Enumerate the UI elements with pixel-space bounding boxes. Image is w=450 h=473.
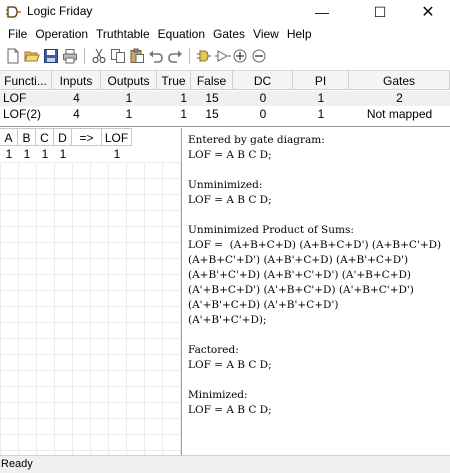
summary-header-false[interactable]: False bbox=[191, 70, 233, 90]
equation-output-pane[interactable]: Entered by gate diagram: LOF = A B C D; … bbox=[184, 128, 450, 455]
gates-cell: Not mapped bbox=[366, 107, 433, 121]
outputs-cell: 1 bbox=[125, 107, 133, 121]
output-line: LOF = A B C D; bbox=[188, 359, 272, 371]
menu-operation[interactable]: Operation bbox=[31, 24, 92, 44]
output-line: (A'+B+C+D') (A'+B+C'+D) (A'+B+C'+D') bbox=[188, 284, 414, 296]
function-name-cell: LOF bbox=[3, 91, 27, 105]
title-bar: Logic Friday — ☐ ✕ bbox=[0, 0, 450, 24]
output-line: Entered by gate diagram: bbox=[188, 134, 325, 146]
gate-xor-icon[interactable] bbox=[251, 48, 267, 64]
truthtable-header-arrow[interactable]: => bbox=[72, 128, 102, 146]
truthtable-header-row: A B C D => LOF bbox=[0, 128, 132, 146]
truthtable-header-c[interactable]: C bbox=[36, 128, 54, 146]
open-icon[interactable] bbox=[24, 48, 40, 64]
gate-or-icon[interactable] bbox=[232, 48, 248, 64]
output-line: LOF = A B C D; bbox=[188, 149, 272, 161]
truthtable-header-a[interactable]: A bbox=[0, 128, 18, 146]
copy-icon[interactable] bbox=[110, 48, 126, 64]
truthtable-pane: A B C D => LOF 1 1 1 1 1 bbox=[0, 128, 182, 455]
menu-gates[interactable]: Gates bbox=[209, 24, 249, 44]
pi-cell: 1 bbox=[317, 107, 325, 121]
menu-file[interactable]: File bbox=[4, 24, 31, 44]
output-line: Unminimized Product of Sums: bbox=[188, 224, 354, 236]
inputs-cell: 4 bbox=[73, 91, 80, 105]
truthtable-cell: 1 bbox=[113, 147, 121, 161]
logic-friday-app-icon bbox=[6, 6, 21, 18]
pi-cell: 1 bbox=[317, 91, 325, 105]
redo-icon[interactable] bbox=[167, 48, 183, 64]
inputs-cell: 4 bbox=[73, 107, 80, 121]
truthtable-cell: 1 bbox=[41, 147, 49, 161]
truthtable-cell: 1 bbox=[59, 147, 67, 161]
summary-header-inputs[interactable]: Inputs bbox=[52, 70, 101, 90]
save-icon[interactable] bbox=[43, 48, 59, 64]
true-cell: 1 bbox=[180, 91, 187, 105]
menu-help[interactable]: Help bbox=[283, 24, 316, 44]
toolbar-separator bbox=[189, 48, 190, 64]
menu-view[interactable]: View bbox=[249, 24, 283, 44]
function-name-cell: LOF(2) bbox=[3, 107, 42, 121]
output-line: (A'+B'+C+D) (A'+B'+C+D') bbox=[188, 299, 339, 311]
truthtable-row[interactable]: 1 1 1 1 1 bbox=[0, 146, 132, 162]
toolbar-separator bbox=[84, 48, 85, 64]
output-line: LOF = A B C D; bbox=[188, 194, 272, 206]
gate-and-icon[interactable] bbox=[196, 48, 212, 64]
summary-header-outputs[interactable]: Outputs bbox=[101, 70, 157, 90]
table-row[interactable]: LOF 4 1 1 15 0 1 2 bbox=[0, 91, 450, 106]
gate-buffer-icon[interactable] bbox=[215, 48, 231, 64]
output-line: LOF = A B C D; bbox=[188, 404, 272, 416]
true-cell: 1 bbox=[180, 107, 187, 121]
truthtable-cell: 1 bbox=[5, 147, 13, 161]
summary-header-function[interactable]: Functi... bbox=[0, 70, 52, 90]
summary-header-pi[interactable]: PI bbox=[293, 70, 349, 90]
output-line: (A'+B'+C'+D); bbox=[188, 314, 267, 326]
pane-divider bbox=[0, 126, 450, 127]
table-row[interactable]: LOF(2) 4 1 1 15 0 1 Not mapped bbox=[0, 107, 450, 122]
false-cell: 15 bbox=[205, 91, 219, 105]
maximize-button[interactable]: ☐ bbox=[358, 0, 402, 24]
undo-icon[interactable] bbox=[148, 48, 164, 64]
truthtable-header-d[interactable]: D bbox=[54, 128, 72, 146]
output-line: (A+B'+C'+D) (A+B'+C'+D') (A'+B+C+D) bbox=[188, 269, 412, 281]
output-line: Minimized: bbox=[188, 389, 248, 401]
truthtable-header-lof[interactable]: LOF bbox=[102, 128, 132, 146]
menu-truthtable[interactable]: Truthtable bbox=[92, 24, 154, 44]
status-bar: Ready bbox=[0, 455, 450, 473]
print-icon[interactable] bbox=[62, 48, 78, 64]
dc-cell: 0 bbox=[259, 107, 267, 121]
outputs-cell: 1 bbox=[125, 91, 133, 105]
gates-cell: 2 bbox=[396, 91, 403, 105]
summary-header-row: Functi... Inputs Outputs True False DC P… bbox=[0, 70, 450, 90]
truthtable-cell: 1 bbox=[23, 147, 31, 161]
output-line: Factored: bbox=[188, 344, 239, 356]
output-line: (A+B+C'+D') (A+B'+C+D) (A+B'+C+D') bbox=[188, 254, 409, 266]
close-button[interactable]: ✕ bbox=[406, 0, 450, 24]
summary-header-gates[interactable]: Gates bbox=[349, 70, 450, 90]
window-title: Logic Friday bbox=[27, 4, 93, 18]
truthtable-cell bbox=[72, 146, 102, 162]
paste-icon[interactable] bbox=[129, 48, 145, 64]
truthtable-grid bbox=[0, 162, 181, 455]
function-summary-table: Functi... Inputs Outputs True False DC P… bbox=[0, 70, 450, 123]
minimize-button[interactable]: — bbox=[300, 0, 344, 24]
dc-cell: 0 bbox=[259, 91, 267, 105]
false-cell: 15 bbox=[205, 107, 219, 121]
toolbar bbox=[0, 45, 450, 67]
new-icon[interactable] bbox=[5, 48, 21, 64]
summary-header-dc[interactable]: DC bbox=[233, 70, 293, 90]
cut-icon[interactable] bbox=[91, 48, 107, 64]
menu-bar: File Operation Truthtable Equation Gates… bbox=[0, 24, 450, 44]
status-text: Ready bbox=[1, 458, 33, 470]
truthtable-header-b[interactable]: B bbox=[18, 128, 36, 146]
output-line: LOF = (A+B+C+D) (A+B+C+D') (A+B+C'+D) bbox=[188, 239, 442, 251]
output-line: Unminimized: bbox=[188, 179, 263, 191]
menu-equation[interactable]: Equation bbox=[154, 24, 209, 44]
summary-header-true[interactable]: True bbox=[157, 70, 191, 90]
